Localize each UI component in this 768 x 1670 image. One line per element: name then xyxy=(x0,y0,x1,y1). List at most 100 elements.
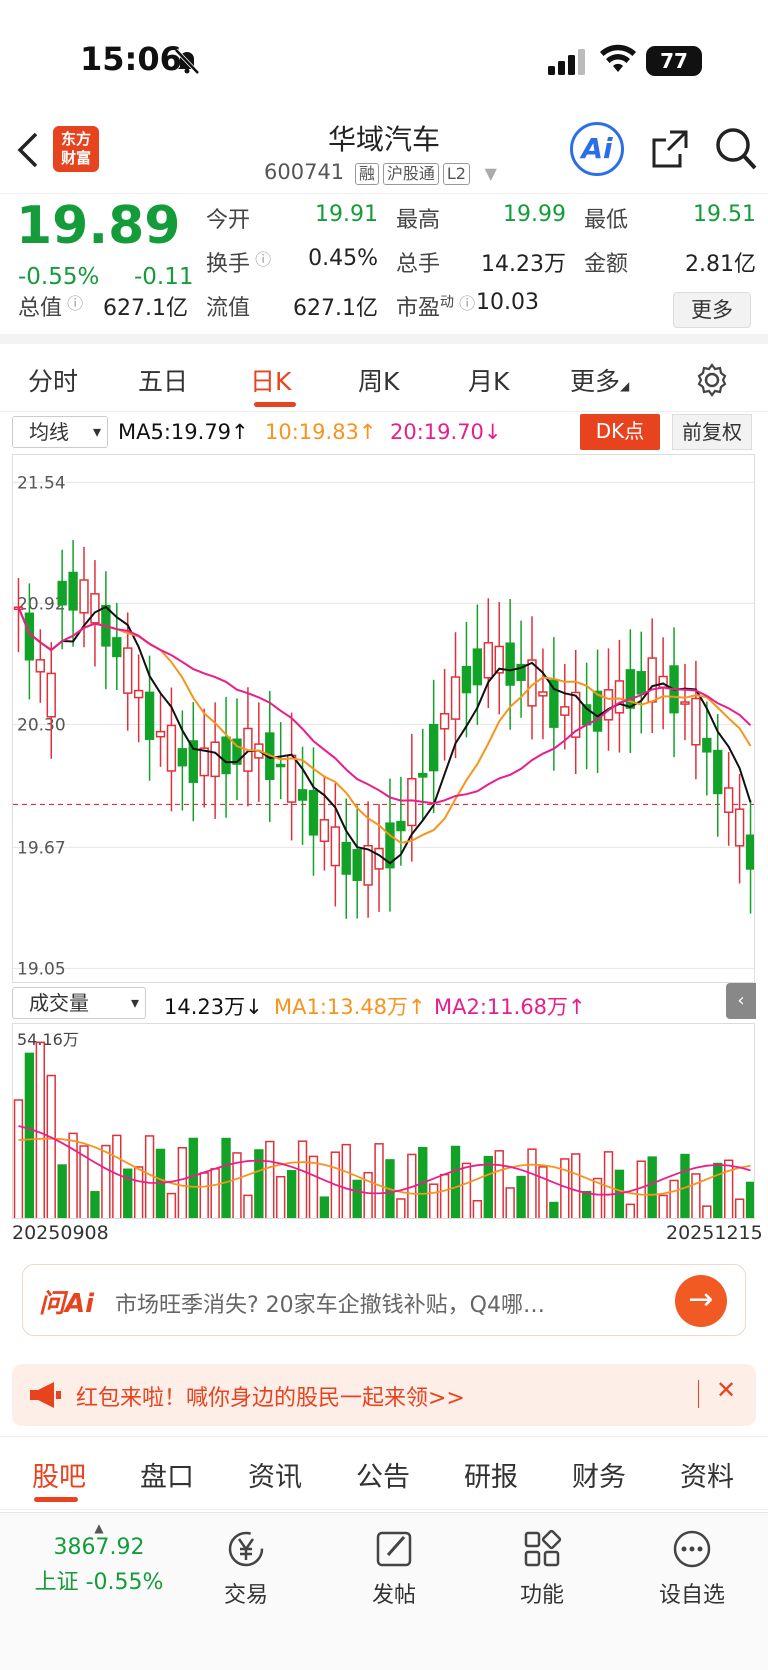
stock-code-row[interactable]: 600741 融沪股通 L2 ▼ xyxy=(264,160,497,185)
active-subtab-indicator xyxy=(34,1497,78,1502)
volume-bar xyxy=(702,1205,712,1218)
volume-bar xyxy=(177,1147,188,1218)
volume-bar xyxy=(68,1132,78,1218)
volume-bar xyxy=(199,1172,209,1218)
tab-more[interactable]: 更多◢ xyxy=(570,362,629,398)
candle-body xyxy=(319,819,330,843)
cellular-signal-icon xyxy=(548,49,585,75)
post-label: 发帖 xyxy=(371,1583,416,1608)
search-icon[interactable] xyxy=(714,126,758,172)
battery-icon: 77 xyxy=(646,46,702,76)
volume-chart[interactable]: 54.16万 xyxy=(12,1023,755,1219)
gear-icon[interactable] xyxy=(694,362,730,398)
indicator-select[interactable]: 均线 xyxy=(12,416,108,448)
pe-label: 市盈动 ⓘ xyxy=(396,294,476,321)
adjust-button[interactable]: 前复权 xyxy=(672,414,752,450)
volume-bar xyxy=(35,1041,45,1218)
tab-orderbook[interactable]: 盘口 xyxy=(140,1455,194,1494)
volume-bar xyxy=(691,1173,701,1218)
quote-panel: 19.89 -0.55% -0.11 今开 19.91 最高 19.99 最低 … xyxy=(0,194,768,344)
start-date: 20250908 xyxy=(12,1222,109,1244)
open-value: 19.91 xyxy=(315,202,378,227)
candle-body xyxy=(745,834,754,870)
candle-body xyxy=(286,754,297,803)
volume-bar xyxy=(505,1187,515,1218)
more-button[interactable]: 更多 xyxy=(673,292,751,328)
silent-bell-icon xyxy=(174,48,200,75)
candle-body xyxy=(724,787,734,813)
volume-max-label: 54.16万 xyxy=(17,1030,79,1049)
post-button[interactable]: 发帖 xyxy=(344,1527,444,1609)
tab-weekly-k[interactable]: 周K xyxy=(358,362,399,398)
volume-indicator-select[interactable]: 成交量 xyxy=(12,987,146,1019)
tab-forum[interactable]: 股吧 xyxy=(32,1455,86,1494)
tab-daily-k[interactable]: 日K xyxy=(250,362,291,398)
grid-icon xyxy=(524,1529,562,1567)
share-icon[interactable] xyxy=(650,128,690,170)
volume-bar xyxy=(614,1169,625,1218)
ai-button[interactable]: Ai xyxy=(570,122,624,176)
volume-bar xyxy=(188,1137,198,1218)
volume-readout: 14.23万↓ xyxy=(164,995,263,1019)
functions-label: 功能 xyxy=(519,1583,564,1608)
candle-body xyxy=(396,820,406,832)
candle-body xyxy=(166,724,177,772)
volume-bar xyxy=(297,1140,308,1218)
collapse-arrow-button[interactable]: ‹ xyxy=(726,983,756,1019)
tab-five-day[interactable]: 五日 xyxy=(138,362,188,398)
tag-l2: L2 xyxy=(442,163,470,185)
dk-point-button[interactable]: DK点 xyxy=(580,414,660,450)
volume-bar xyxy=(745,1181,754,1218)
tab-announcements[interactable]: 公告 xyxy=(356,1455,410,1494)
tab-profile[interactable]: 资料 xyxy=(680,1455,734,1494)
candle-body xyxy=(35,659,45,673)
ai-question-bar[interactable]: 问Ai 市场旺季消失? 20家车企撤钱补贴，Q4哪… → xyxy=(22,1264,746,1336)
candle-body xyxy=(418,772,428,778)
volume-bar xyxy=(483,1155,493,1218)
low-value: 19.51 xyxy=(693,202,756,227)
promo-banner[interactable]: 红包来啦！喊你身边的股民一起来领>> ✕ xyxy=(12,1364,756,1426)
volume-bar xyxy=(571,1153,581,1218)
ai-go-button[interactable]: → xyxy=(675,1275,727,1327)
edit-icon xyxy=(376,1531,412,1567)
candle-body xyxy=(560,706,570,716)
tab-financials[interactable]: 财务 xyxy=(572,1455,626,1494)
volume-bar xyxy=(450,1145,461,1218)
volume-bar xyxy=(308,1155,319,1218)
settings-watchlist-button[interactable]: 设自选 xyxy=(642,1527,742,1609)
wifi-icon xyxy=(600,44,636,72)
status-bar: 15:06 77 xyxy=(0,0,768,110)
turnover-value: 0.45% xyxy=(308,246,378,271)
last-price: 19.89 xyxy=(16,196,181,256)
index-widget[interactable]: ▲ 3867.92 上证 -0.55% xyxy=(24,1521,174,1596)
end-date: 20251215 xyxy=(666,1222,763,1244)
volume-bar xyxy=(669,1179,679,1218)
volume-bar xyxy=(734,1198,745,1218)
volume-svg xyxy=(13,1041,754,1218)
functions-button[interactable]: 功能 xyxy=(492,1527,592,1609)
trade-button[interactable]: 交易 xyxy=(196,1527,296,1609)
pe-value: 10.03 xyxy=(476,290,539,315)
tab-intraday[interactable]: 分时 xyxy=(28,362,78,398)
candle-body xyxy=(614,680,625,714)
volume-bar xyxy=(243,1194,253,1218)
volume-bar xyxy=(549,1201,559,1218)
tab-news[interactable]: 资讯 xyxy=(248,1455,302,1494)
candle-body xyxy=(407,777,417,827)
candle-body xyxy=(155,730,166,738)
ma-legend-row: 均线 MA5:19.79↑ 10:19.83↑ 20:19.70↓ DK点 前复… xyxy=(0,412,768,454)
tab-monthly-k[interactable]: 月K xyxy=(468,362,509,398)
ai-question-text: 市场旺季消失? 20家车企撤钱补贴，Q4哪… xyxy=(115,1293,545,1318)
volume-bar xyxy=(112,1134,122,1218)
volume-bar xyxy=(221,1137,231,1218)
candle-body xyxy=(439,713,450,730)
volume-bar xyxy=(625,1203,636,1218)
candle-body xyxy=(734,808,745,847)
turnover-label: 换手 ⓘ xyxy=(206,250,272,277)
kline-chart[interactable]: 21.54 20.92 20.30 19.67 19.05 xyxy=(12,454,755,983)
close-icon[interactable]: ✕ xyxy=(716,1376,736,1404)
candle-body xyxy=(647,657,657,703)
tab-research[interactable]: 研报 xyxy=(464,1455,518,1494)
volume-bar xyxy=(155,1148,166,1218)
candle-body xyxy=(297,789,308,801)
